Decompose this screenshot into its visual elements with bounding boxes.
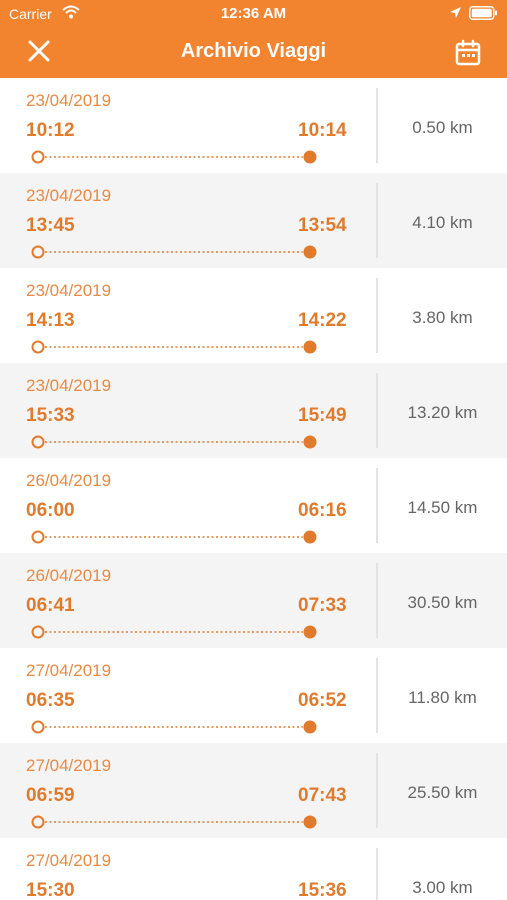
- trip-row[interactable]: 23/04/2019 13:45 13:54 4.10 km: [0, 173, 507, 268]
- trip-date: 26/04/2019: [26, 566, 112, 585]
- start-time: 10:12: [26, 120, 75, 141]
- end-time: 15:49: [298, 405, 347, 426]
- trip-distance: 0.50 km: [412, 118, 473, 137]
- trip-distance: 14.50 km: [407, 498, 478, 517]
- end-time: 13:54: [298, 215, 347, 236]
- start-time: 06:59: [26, 785, 75, 806]
- trip-date: 27/04/2019: [26, 756, 112, 775]
- calendar-icon[interactable]: [453, 38, 483, 68]
- end-time: 10:14: [298, 120, 347, 141]
- trip-row[interactable]: 23/04/2019 15:33 15:49 13.20 km: [0, 363, 507, 458]
- location-arrow-icon: [450, 7, 461, 18]
- status-bar: Carrier 12:36 AM: [0, 0, 507, 28]
- trip-row[interactable]: 23/04/2019 14:13 14:22 3.80 km: [0, 268, 507, 363]
- start-time: 13:45: [26, 215, 75, 236]
- trip-distance: 13.20 km: [407, 403, 478, 422]
- end-time: 07:33: [298, 595, 347, 616]
- trip-date: 27/04/2019: [26, 851, 112, 870]
- route-line-icon: [31, 815, 317, 829]
- route-line-icon: [31, 720, 317, 734]
- trip-row[interactable]: 27/04/2019 15:30 15:36 3.00 km: [0, 838, 507, 900]
- end-time: 15:36: [298, 880, 347, 900]
- end-time: 14:22: [298, 310, 347, 331]
- route-line-icon: [31, 150, 317, 164]
- route-line-icon: [31, 245, 317, 259]
- top-bar: Carrier 12:36 AM Archivio Viaggi: [0, 0, 507, 78]
- trip-list: 23/04/2019 10:12 10:14 0.50 km 23/04/201…: [0, 78, 507, 900]
- trip-distance: 3.80 km: [412, 308, 473, 327]
- start-time: 06:00: [26, 500, 75, 521]
- trip-row[interactable]: 27/04/2019 06:35 06:52 11.80 km: [0, 648, 507, 743]
- status-time: 12:36 AM: [220, 5, 287, 22]
- trip-date: 23/04/2019: [26, 281, 112, 300]
- trip-date: 27/04/2019: [26, 661, 112, 680]
- start-time: 15:30: [26, 880, 75, 900]
- start-time: 06:41: [26, 595, 75, 616]
- trip-date: 23/04/2019: [26, 376, 112, 395]
- trip-distance: 11.80 km: [408, 688, 477, 707]
- start-time: 15:33: [26, 405, 75, 426]
- trip-row[interactable]: 26/04/2019 06:00 06:16 14.50 km: [0, 458, 507, 553]
- trip-date: 26/04/2019: [26, 471, 112, 490]
- trip-date: 23/04/2019: [26, 91, 112, 110]
- route-line-icon: [31, 625, 317, 639]
- trip-distance: 3.00 km: [412, 878, 473, 897]
- trip-row[interactable]: 26/04/2019 06:41 07:33 30.50 km: [0, 553, 507, 648]
- start-time: 14:13: [26, 310, 75, 331]
- page-title: Archivio Viaggi: [180, 40, 327, 62]
- trip-row[interactable]: 23/04/2019 10:12 10:14 0.50 km: [0, 78, 507, 173]
- trip-date: 23/04/2019: [26, 186, 112, 205]
- route-line-icon: [31, 530, 317, 544]
- end-time: 07:43: [298, 785, 347, 806]
- end-time: 06:52: [298, 690, 347, 711]
- end-time: 06:16: [298, 500, 347, 521]
- trip-distance: 30.50 km: [407, 593, 478, 612]
- trip-distance: 4.10 km: [412, 213, 473, 232]
- route-line-icon: [31, 435, 317, 449]
- route-line-icon: [31, 340, 317, 354]
- start-time: 06:35: [26, 690, 75, 711]
- battery-icon: [469, 6, 497, 20]
- trip-row[interactable]: 27/04/2019 06:59 07:43 25.50 km: [0, 743, 507, 838]
- trip-distance: 25.50 km: [407, 783, 478, 802]
